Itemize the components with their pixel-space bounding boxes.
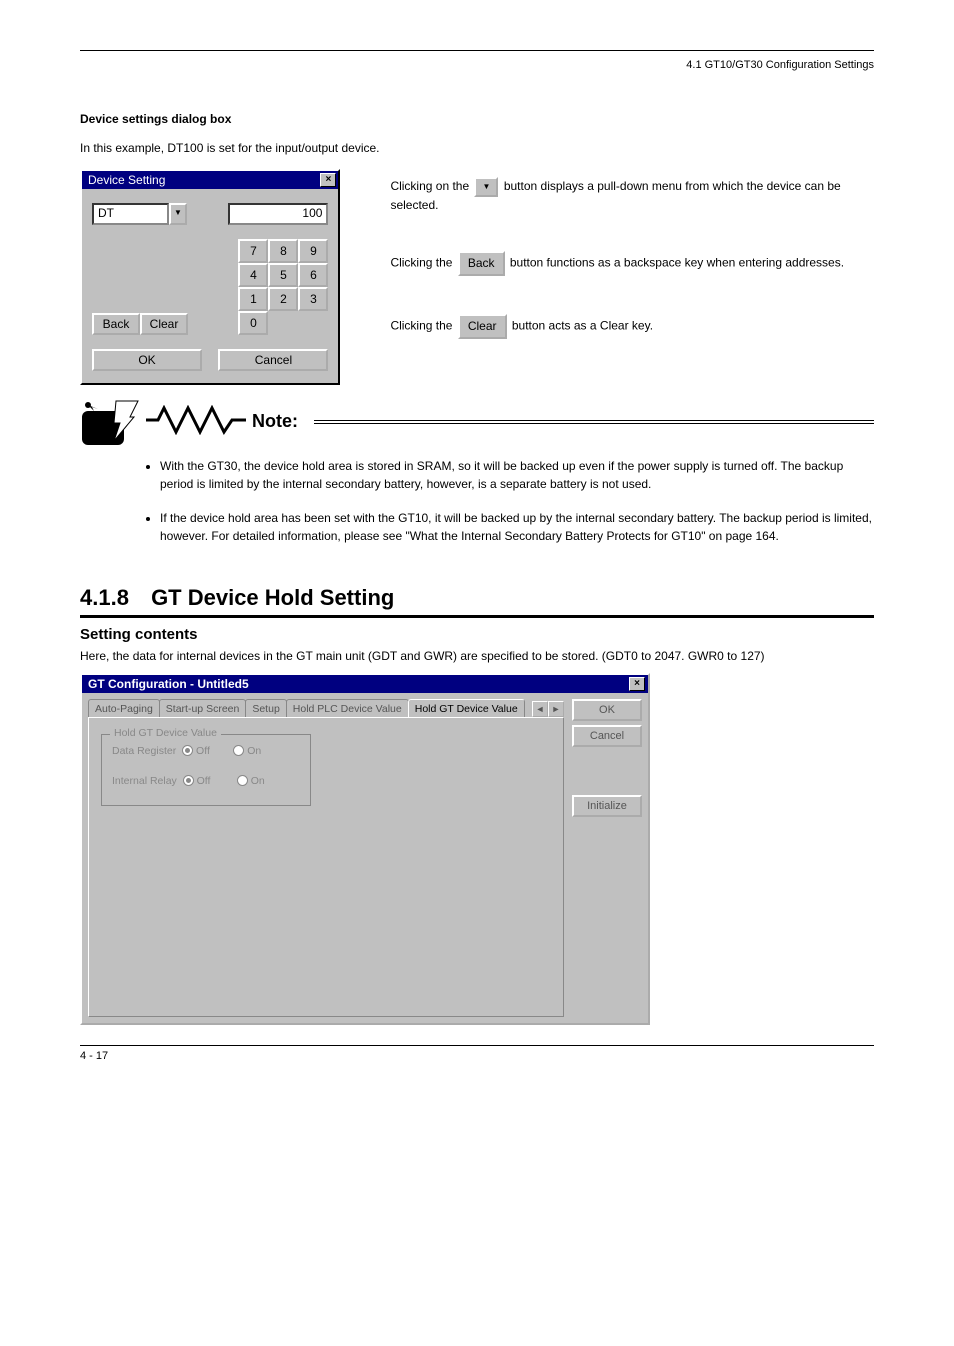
data-register-on-radio[interactable]	[233, 745, 244, 756]
keypad: 7 8 9 4 5 6 1 2 3 0	[238, 239, 328, 335]
data-register-label: Data Register	[112, 745, 176, 757]
ok-button[interactable]: OK	[92, 349, 202, 371]
note-label: Note:	[252, 411, 298, 432]
intro-text: In this example, DT100 is set for the in…	[80, 140, 874, 157]
chevron-down-icon[interactable]: ▼	[169, 203, 187, 225]
note-item: With the GT30, the device hold area is s…	[160, 457, 874, 493]
key-0[interactable]: 0	[238, 311, 268, 335]
note-rule	[314, 420, 874, 424]
cancel-button[interactable]: Cancel	[218, 349, 328, 371]
tab-scroll-left-icon[interactable]: ◄	[532, 701, 548, 717]
line2a: Clicking the	[390, 256, 455, 270]
resistor-icon	[146, 405, 246, 438]
gt-dialog-title-text: GT Configuration - Untitled5	[88, 677, 249, 691]
key-1[interactable]: 1	[238, 287, 268, 311]
header-right: 4.1 GT10/GT30 Configuration Settings	[80, 59, 874, 71]
section-title: GT Device Hold Setting	[151, 585, 394, 610]
internal-relay-off-radio[interactable]	[183, 775, 194, 786]
clear-button[interactable]: Clear	[140, 313, 188, 335]
group-title: Hold GT Device Value	[110, 727, 221, 739]
data-register-off-radio[interactable]	[182, 745, 193, 756]
note-icon	[80, 397, 140, 447]
tab-content: Hold GT Device Value Data Register Off O…	[88, 717, 564, 1017]
inline-clear-button: Clear	[458, 314, 507, 339]
tab-hold-plc[interactable]: Hold PLC Device Value	[286, 699, 409, 717]
line2b: button functions as a backspace key when…	[510, 256, 844, 270]
line3b: button acts as a Clear key.	[512, 319, 653, 333]
key-6[interactable]: 6	[298, 263, 328, 287]
gt-configuration-dialog: GT Configuration - Untitled5 × Auto-Pagi…	[80, 673, 650, 1025]
off-label: Off	[196, 745, 210, 757]
section-body: Here, the data for internal devices in t…	[80, 647, 874, 665]
tab-setup[interactable]: Setup	[245, 699, 286, 717]
dialog-titlebar: Device Setting ×	[82, 171, 338, 189]
key-2[interactable]: 2	[268, 287, 298, 311]
gt-initialize-button[interactable]: Initialize	[572, 795, 642, 817]
subsection-title: Setting contents	[80, 626, 874, 643]
key-5[interactable]: 5	[268, 263, 298, 287]
tab-scroll-right-icon[interactable]: ►	[548, 701, 564, 717]
key-8[interactable]: 8	[268, 239, 298, 263]
close-icon[interactable]: ×	[320, 173, 336, 187]
hold-gt-device-group: Hold GT Device Value Data Register Off O…	[101, 734, 311, 806]
tab-strip: Auto-Paging Start-up Screen Setup Hold P…	[88, 699, 564, 717]
section-number: 4.1.8	[80, 585, 129, 610]
on-label: On	[247, 745, 261, 757]
gt-dialog-titlebar: GT Configuration - Untitled5 ×	[82, 675, 648, 693]
line3a: Clicking the	[390, 319, 455, 333]
tab-hold-gt[interactable]: Hold GT Device Value	[408, 699, 525, 717]
on-label: On	[251, 775, 265, 787]
address-input[interactable]: 100	[228, 203, 328, 225]
tab-startup-screen[interactable]: Start-up Screen	[159, 699, 247, 717]
device-select[interactable]: DT ▼	[92, 203, 187, 225]
gt-ok-button[interactable]: OK	[572, 699, 642, 721]
note-item: If the device hold area has been set wit…	[160, 509, 874, 545]
gt-cancel-button[interactable]: Cancel	[572, 725, 642, 747]
key-7[interactable]: 7	[238, 239, 268, 263]
key-9[interactable]: 9	[298, 239, 328, 263]
device-setting-dialog: Device Setting × DT ▼ 100 Back Clear	[80, 169, 340, 385]
internal-relay-on-radio[interactable]	[237, 775, 248, 786]
key-3[interactable]: 3	[298, 287, 328, 311]
note-list: With the GT30, the device hold area is s…	[160, 457, 874, 545]
tab-auto-paging[interactable]: Auto-Paging	[88, 699, 160, 717]
dialog-title-text: Device Setting	[88, 173, 165, 187]
section-heading: 4.1.8 GT Device Hold Setting	[80, 585, 874, 618]
inline-chevron-down-icon: ▼	[474, 177, 498, 197]
intro-title: Device settings dialog box	[80, 111, 874, 128]
close-icon[interactable]: ×	[629, 677, 645, 691]
off-label: Off	[197, 775, 211, 787]
device-select-value: DT	[92, 203, 169, 225]
key-4[interactable]: 4	[238, 263, 268, 287]
page-number: 4 - 17	[80, 1050, 874, 1062]
back-button[interactable]: Back	[92, 313, 140, 335]
explanation-column: Clicking on the ▼ button displays a pull…	[390, 169, 874, 339]
line1a: Clicking on the	[390, 179, 472, 193]
inline-back-button: Back	[458, 251, 505, 276]
internal-relay-label: Internal Relay	[112, 775, 177, 787]
note-header: Note:	[80, 397, 874, 447]
